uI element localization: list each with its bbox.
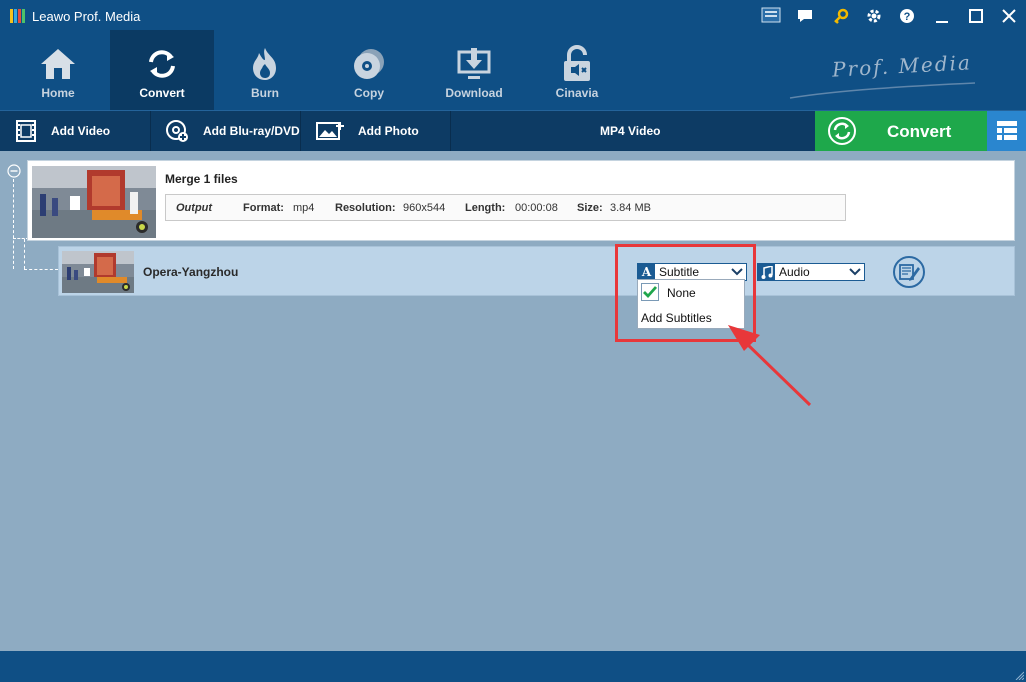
chevron-down-icon bbox=[849, 268, 861, 276]
annotation-arrow-icon bbox=[728, 325, 812, 407]
tree-line bbox=[24, 269, 58, 270]
nav-convert[interactable]: Convert bbox=[110, 30, 214, 110]
format-value: mp4 bbox=[293, 202, 315, 214]
nav-copy[interactable]: Copy bbox=[317, 30, 421, 110]
convert-icon bbox=[828, 117, 856, 145]
add-photo-label: Add Photo bbox=[358, 124, 419, 138]
app-logo-icon bbox=[10, 9, 25, 23]
gear-icon[interactable] bbox=[863, 6, 885, 26]
nav-burn[interactable]: Burn bbox=[213, 30, 317, 110]
add-video-button[interactable]: Add Video bbox=[15, 111, 110, 151]
screen-icon[interactable] bbox=[760, 6, 782, 26]
status-bar bbox=[0, 651, 1026, 682]
file-list-area: Merge 1 files Output Format: mp4 Resolut… bbox=[0, 151, 1026, 651]
convert-label: Convert bbox=[887, 122, 952, 141]
add-bluray-label: Add Blu-ray/DVD bbox=[203, 124, 300, 138]
video-thumbnail bbox=[32, 166, 156, 238]
brand-logo: Prof. Media bbox=[780, 50, 980, 105]
list-layout-button[interactable] bbox=[987, 111, 1026, 151]
maximize-icon[interactable] bbox=[965, 6, 987, 26]
length-value: 00:00:08 bbox=[515, 202, 558, 214]
toolbar-divider bbox=[150, 111, 151, 151]
add-photo-button[interactable]: Add Photo bbox=[316, 111, 419, 151]
tree-line bbox=[13, 179, 14, 269]
collapse-icon[interactable] bbox=[7, 164, 21, 178]
music-note-icon bbox=[758, 264, 775, 280]
home-icon bbox=[38, 44, 78, 84]
nav-download[interactable]: Download bbox=[422, 30, 526, 110]
resolution-label: Resolution: bbox=[335, 202, 396, 214]
edit-video-icon[interactable] bbox=[892, 256, 926, 288]
feedback-icon[interactable] bbox=[794, 6, 816, 26]
video-thumbnail bbox=[62, 251, 134, 293]
title-bar: Leawo Prof. Media ? bbox=[0, 0, 1026, 32]
list-view-icon bbox=[996, 121, 1017, 140]
app-title: Leawo Prof. Media bbox=[32, 9, 141, 24]
nav-cinavia[interactable]: Cinavia bbox=[525, 30, 629, 110]
format-label: Format: bbox=[243, 202, 284, 214]
main-nav: Home Convert Burn Copy Download Cinavia … bbox=[0, 30, 1026, 110]
merge-title: Merge 1 files bbox=[165, 172, 238, 186]
svg-text:?: ? bbox=[904, 11, 911, 23]
copy-icon bbox=[349, 44, 389, 84]
size-value: 3.84 MB bbox=[610, 202, 651, 214]
audio-select[interactable]: Audio bbox=[757, 263, 865, 281]
file-name: Opera-Yangzhou bbox=[143, 265, 239, 279]
film-icon bbox=[16, 120, 36, 142]
minimize-icon[interactable] bbox=[931, 6, 953, 26]
toolbar-divider bbox=[300, 111, 301, 151]
output-label: Output bbox=[176, 202, 213, 214]
merge-group-card[interactable]: Merge 1 files Output Format: mp4 Resolut… bbox=[27, 160, 1015, 241]
toolbar: Add Video Add Blu-ray/DVD Add Photo MP4 … bbox=[0, 110, 1026, 151]
convert-button[interactable]: Convert bbox=[815, 111, 987, 151]
toolbar-divider bbox=[450, 111, 451, 151]
add-video-label: Add Video bbox=[51, 124, 111, 138]
key-icon[interactable] bbox=[830, 6, 852, 26]
top-header: Leawo Prof. Media ? Home Convert Burn Co… bbox=[0, 0, 1026, 110]
cinavia-icon bbox=[557, 44, 597, 84]
convert-icon bbox=[142, 44, 182, 84]
output-info-bar: Output Format: mp4 Resolution: 960x544 L… bbox=[165, 194, 846, 221]
close-icon[interactable] bbox=[998, 6, 1020, 26]
photo-add-icon bbox=[316, 122, 344, 140]
burn-icon bbox=[245, 44, 285, 84]
add-bluray-button[interactable]: Add Blu-ray/DVD bbox=[165, 111, 300, 151]
resize-grip-icon[interactable] bbox=[1014, 670, 1024, 680]
file-row[interactable]: Opera-Yangzhou A Subtitle Audio bbox=[58, 246, 1015, 296]
disc-add-icon bbox=[166, 120, 188, 142]
output-format-selector[interactable]: MP4 Video bbox=[600, 124, 660, 138]
size-label: Size: bbox=[577, 202, 603, 214]
help-icon[interactable]: ? bbox=[896, 6, 918, 26]
length-label: Length: bbox=[465, 202, 506, 214]
resolution-value: 960x544 bbox=[403, 202, 446, 214]
audio-select-value: Audio bbox=[779, 265, 810, 279]
download-icon bbox=[454, 44, 494, 84]
nav-home[interactable]: Home bbox=[6, 30, 110, 110]
tree-line bbox=[24, 239, 25, 269]
